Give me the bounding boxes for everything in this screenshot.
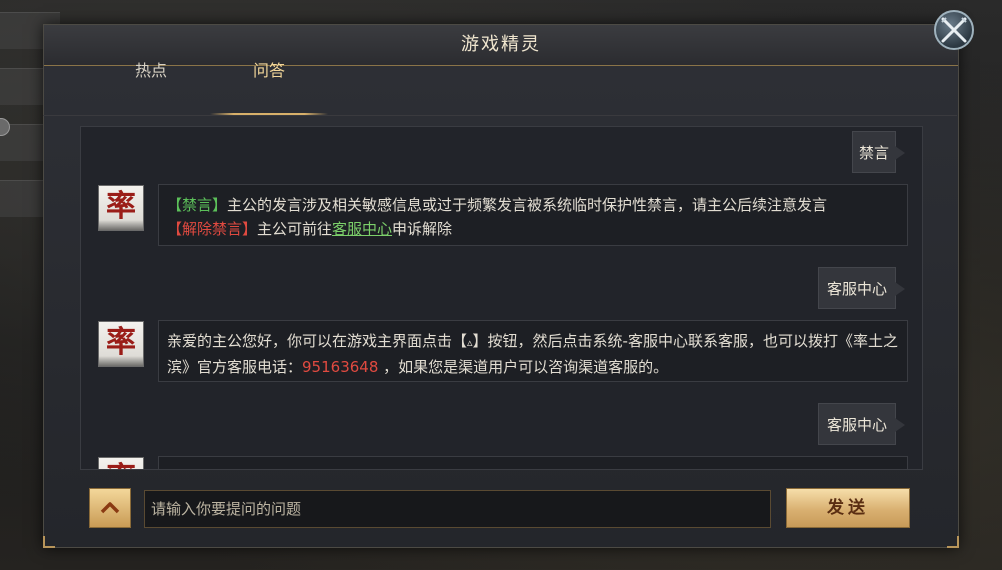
chat-history[interactable]: 禁言 率 【禁言】主公的发言涉及相关敏感信息或过于频繁发言被系统临时保护性禁言，… [80,126,923,470]
answer-text: ，如果您是渠道用户可以咨询渠道客服的。 [378,358,669,376]
corner-ornament [43,536,55,548]
customer-service-link[interactable]: 客服中心 [332,220,392,238]
tab-qa[interactable]: 问答 [210,54,328,115]
answer-text: 亲爱的主公您好，你可以在游戏主界面点击【 [167,332,468,350]
question-text: 禁言 [858,144,889,162]
question-input-box[interactable] [144,490,771,528]
answer-text: 主公的发言涉及相关敏感信息或过于频繁发言被系统临时保护性禁言，请主公后续注意发言 [227,196,828,214]
question-text: 客服中心 [826,280,887,298]
question-input[interactable] [145,491,770,527]
tab-hot-label: 热点 [134,61,167,80]
question-text: 客服中心 [826,416,887,434]
send-button[interactable]: 发送 [786,488,910,528]
close-button[interactable] [934,10,974,50]
corner-ornament [947,536,959,548]
answer-text: 主公可前往 [257,220,333,238]
answer-tag: 【禁言】 [167,196,228,214]
avatar: 率 [98,457,144,469]
expand-questions-button[interactable] [89,488,131,528]
user-question-bubble: 客服中心 [818,403,905,445]
user-question-bubble: 禁言 [852,131,905,173]
phone-number: 95163648 [302,358,379,376]
tab-hot[interactable]: 热点 [92,54,210,114]
send-button-label: 发送 [827,498,869,518]
answer-bubble [158,456,908,469]
tab-qa-label: 问答 [252,61,285,80]
answer-bubble: 亲爱的主公您好，你可以在游戏主界面点击【▵】按钮，然后点击系统-客服中心联系客服… [158,320,908,382]
answer-text: 申诉解除 [392,220,453,238]
answer-tag: 【解除禁言】 [167,220,258,238]
tab-divider [43,115,957,116]
avatar-glyph: 率 [99,460,143,469]
chevron-up-icon [100,502,120,514]
answer-bubble: 【禁言】主公的发言涉及相关敏感信息或过于频繁发言被系统临时保护性禁言，请主公后续… [158,184,908,246]
user-question-bubble: 客服中心 [818,267,905,309]
avatar: 率 [98,185,144,231]
avatar: 率 [98,321,144,367]
crossed-swords-icon [941,17,967,43]
